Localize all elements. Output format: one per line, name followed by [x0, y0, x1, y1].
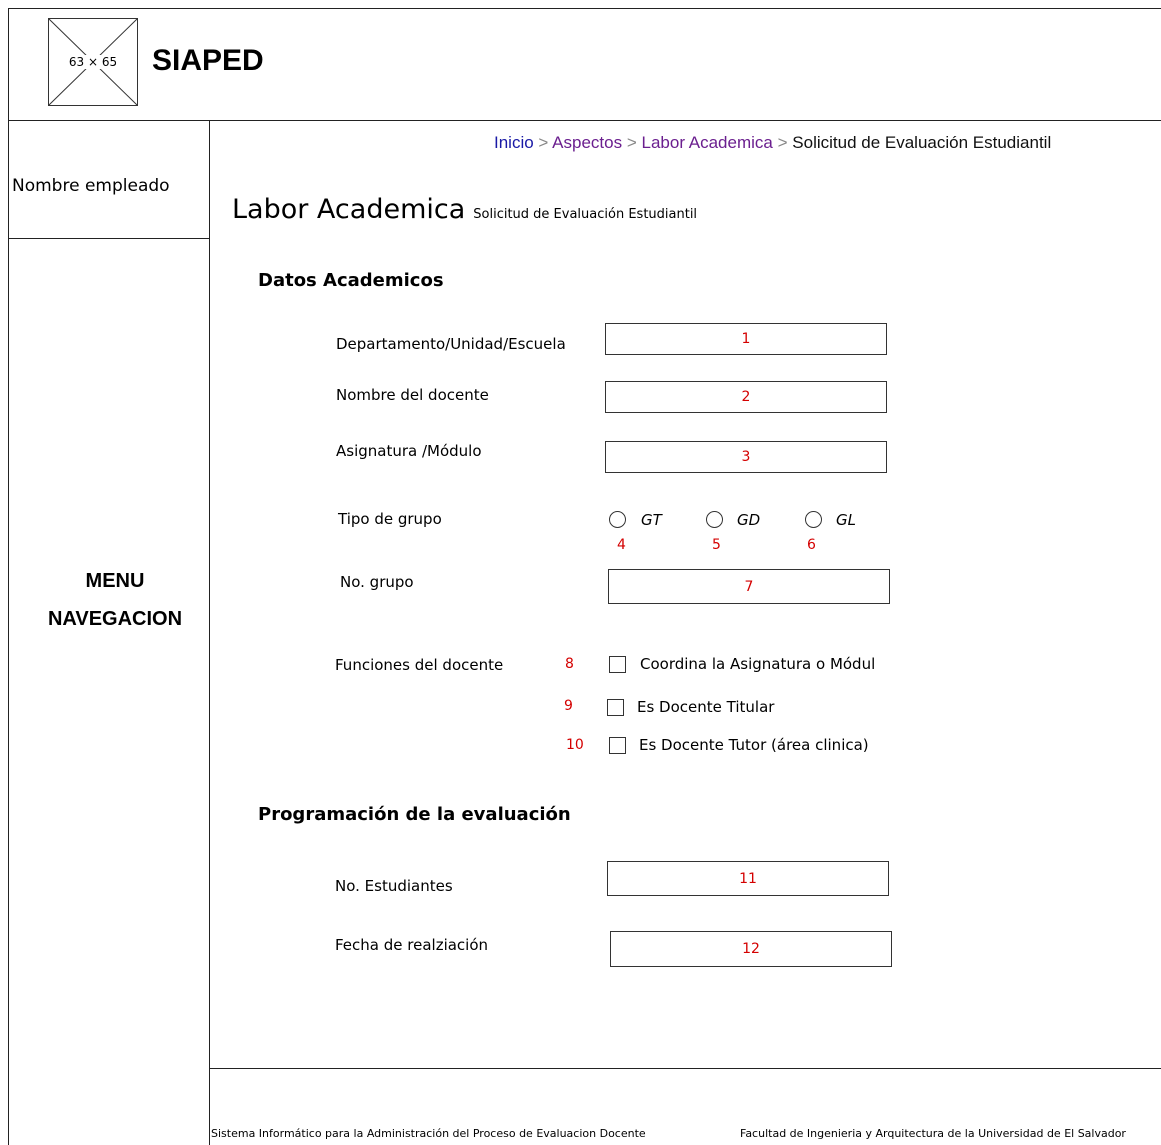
- asignatura-input[interactable]: [605, 441, 887, 473]
- breadcrumb-separator: >: [777, 133, 788, 152]
- footer-top-border: [209, 1068, 1161, 1069]
- checkbox-tutor[interactable]: [609, 737, 626, 754]
- radio-gd-label: GD: [737, 511, 761, 529]
- logo-size-label: 63 × 65: [67, 55, 119, 69]
- marker-4: 4: [617, 537, 626, 553]
- breadcrumb: Inicio > Aspectos > Labor Academica > So…: [494, 133, 1051, 153]
- departamento-input[interactable]: [605, 323, 887, 355]
- marker-5: 5: [712, 537, 721, 553]
- asignatura-label: Asignatura /Módulo: [336, 442, 482, 460]
- no-estudiantes-label: No. Estudiantes: [335, 877, 453, 895]
- navigation-menu[interactable]: MENU NAVEGACION: [20, 562, 210, 638]
- menu-label: MENU: [85, 570, 145, 592]
- no-estudiantes-input[interactable]: [607, 861, 889, 896]
- sidebar-divider: [8, 238, 209, 239]
- funciones-label: Funciones del docente: [335, 656, 504, 674]
- checkbox-coordina[interactable]: [609, 656, 626, 673]
- header-left-border: [8, 8, 9, 120]
- no-grupo-label: No. grupo: [340, 573, 414, 591]
- docente-input[interactable]: [605, 381, 887, 413]
- departamento-label: Departamento/Unidad/Escuela: [336, 335, 566, 353]
- footer-faculty-name: Facultad de Ingenieria y Arquitectura de…: [740, 1127, 1126, 1140]
- checkbox-tutor-label: Es Docente Tutor (área clinica): [639, 736, 869, 754]
- footer-system-name: Sistema Informático para la Administraci…: [211, 1127, 646, 1140]
- radio-gt[interactable]: [609, 511, 626, 528]
- breadcrumb-separator: >: [626, 133, 637, 152]
- checkbox-coordina-label: Coordina la Asignatura o Módul: [640, 655, 876, 673]
- page-title: Labor Academica Solicitud de Evaluación E…: [232, 194, 697, 225]
- marker-9: 9: [564, 698, 573, 714]
- employee-name: Nombre empleado: [12, 176, 170, 196]
- radio-gd[interactable]: [706, 511, 723, 528]
- radio-gl[interactable]: [805, 511, 822, 528]
- checkbox-titular-label: Es Docente Titular: [637, 698, 775, 716]
- breadcrumb-current: Solicitud de Evaluación Estudiantil: [792, 133, 1052, 152]
- section-title-datos-academicos: Datos Academicos: [258, 270, 444, 291]
- docente-label: Nombre del docente: [336, 386, 489, 404]
- radio-gt-label: GT: [641, 511, 662, 529]
- no-grupo-input[interactable]: [608, 569, 890, 604]
- fecha-input[interactable]: [610, 931, 892, 967]
- breadcrumb-link-aspectos[interactable]: Aspectos: [552, 133, 622, 152]
- navegacion-label: NAVEGACION: [47, 608, 183, 630]
- page-subtitle: Solicitud de Evaluación Estudiantil: [473, 207, 698, 222]
- marker-6: 6: [807, 537, 816, 553]
- fecha-label: Fecha de realziación: [335, 936, 489, 954]
- radio-gl-label: GL: [836, 511, 856, 529]
- logo-placeholder: 63 × 65: [48, 18, 138, 106]
- sidebar-left-border: [8, 121, 9, 1145]
- breadcrumb-link-inicio[interactable]: Inicio: [494, 133, 534, 152]
- checkbox-titular[interactable]: [607, 699, 624, 716]
- page-title-text: Labor Academica: [232, 194, 466, 225]
- app-title: SIAPED: [152, 44, 264, 77]
- header-top-border: [8, 8, 1161, 9]
- header-bottom-border: [8, 120, 1161, 121]
- breadcrumb-link-labor-academica[interactable]: Labor Academica: [642, 133, 773, 152]
- breadcrumb-separator: >: [538, 133, 549, 152]
- tipo-grupo-label: Tipo de grupo: [338, 510, 442, 528]
- section-title-programacion: Programación de la evaluación: [258, 804, 571, 825]
- marker-8: 8: [565, 656, 574, 672]
- marker-10: 10: [566, 737, 584, 753]
